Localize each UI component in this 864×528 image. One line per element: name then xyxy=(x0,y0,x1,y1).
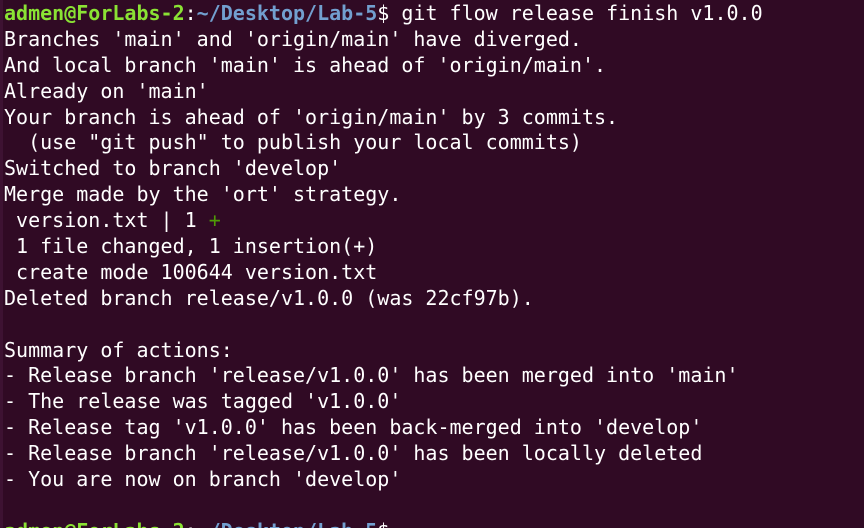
summary-item: - Release branch 'release/v1.0.0' has be… xyxy=(4,441,703,466)
summary-item: - You are now on branch 'develop' xyxy=(4,467,402,492)
prompt-symbol: $ xyxy=(377,1,390,25)
command-prompt-line: admen@ForLabs-2:~/Desktop/Lab-5$ git flo… xyxy=(4,1,864,27)
window-left-edge xyxy=(0,0,3,528)
diffstat-plus: + xyxy=(208,208,221,233)
summary-item: - The release was tagged 'v1.0.0' xyxy=(4,389,402,414)
output-line: Your branch is ahead of 'origin/main' by… xyxy=(4,104,619,129)
summary-item: - Release branch 'release/v1.0.0' has be… xyxy=(4,363,739,388)
summary-item: - Release tag 'v1.0.0' has been back-mer… xyxy=(4,415,703,440)
diffstat-file-line: version.txt | 1 + xyxy=(4,208,864,234)
output-line: (use "git push" to publish your local co… xyxy=(4,130,582,155)
next-prompt-path: ~/Desktop/Lab-5 xyxy=(197,519,378,528)
command-text: git flow release finish v1.0.0 xyxy=(389,1,763,25)
diffstat-file: version.txt | 1 xyxy=(4,208,209,233)
prompt-path: ~/Desktop/Lab-5 xyxy=(196,1,378,25)
diffstat-summary: 1 file changed, 1 insertion(+) xyxy=(4,234,378,259)
output-line: Branches 'main' and 'origin/main' have d… xyxy=(4,26,582,51)
next-prompt-symbol: $ xyxy=(377,519,389,528)
deleted-branch-line: Deleted branch release/v1.0.0 (was 22cf9… xyxy=(4,285,534,310)
output-line: And local branch 'main' is ahead of 'ori… xyxy=(4,52,607,77)
terminal-window[interactable]: admen@ForLabs-2:~/Desktop/Lab-5$ git flo… xyxy=(0,0,864,528)
prompt-user-host: admen@ForLabs-2 xyxy=(4,1,185,25)
next-prompt-user-host: admen@ForLabs-2 xyxy=(4,519,185,528)
output-line: Already on 'main' xyxy=(4,78,209,103)
output-line: Switched to branch 'develop' xyxy=(4,156,342,181)
next-prompt-colon: : xyxy=(185,519,197,528)
prompt-colon: : xyxy=(184,1,197,25)
diffstat-create: create mode 100644 version.txt xyxy=(4,259,378,284)
summary-title: Summary of actions: xyxy=(4,337,233,362)
output-line: Merge made by the 'ort' strategy. xyxy=(4,182,402,207)
next-prompt-line[interactable]: admen@ForLabs-2:~/Desktop/Lab-5$ xyxy=(4,519,864,528)
